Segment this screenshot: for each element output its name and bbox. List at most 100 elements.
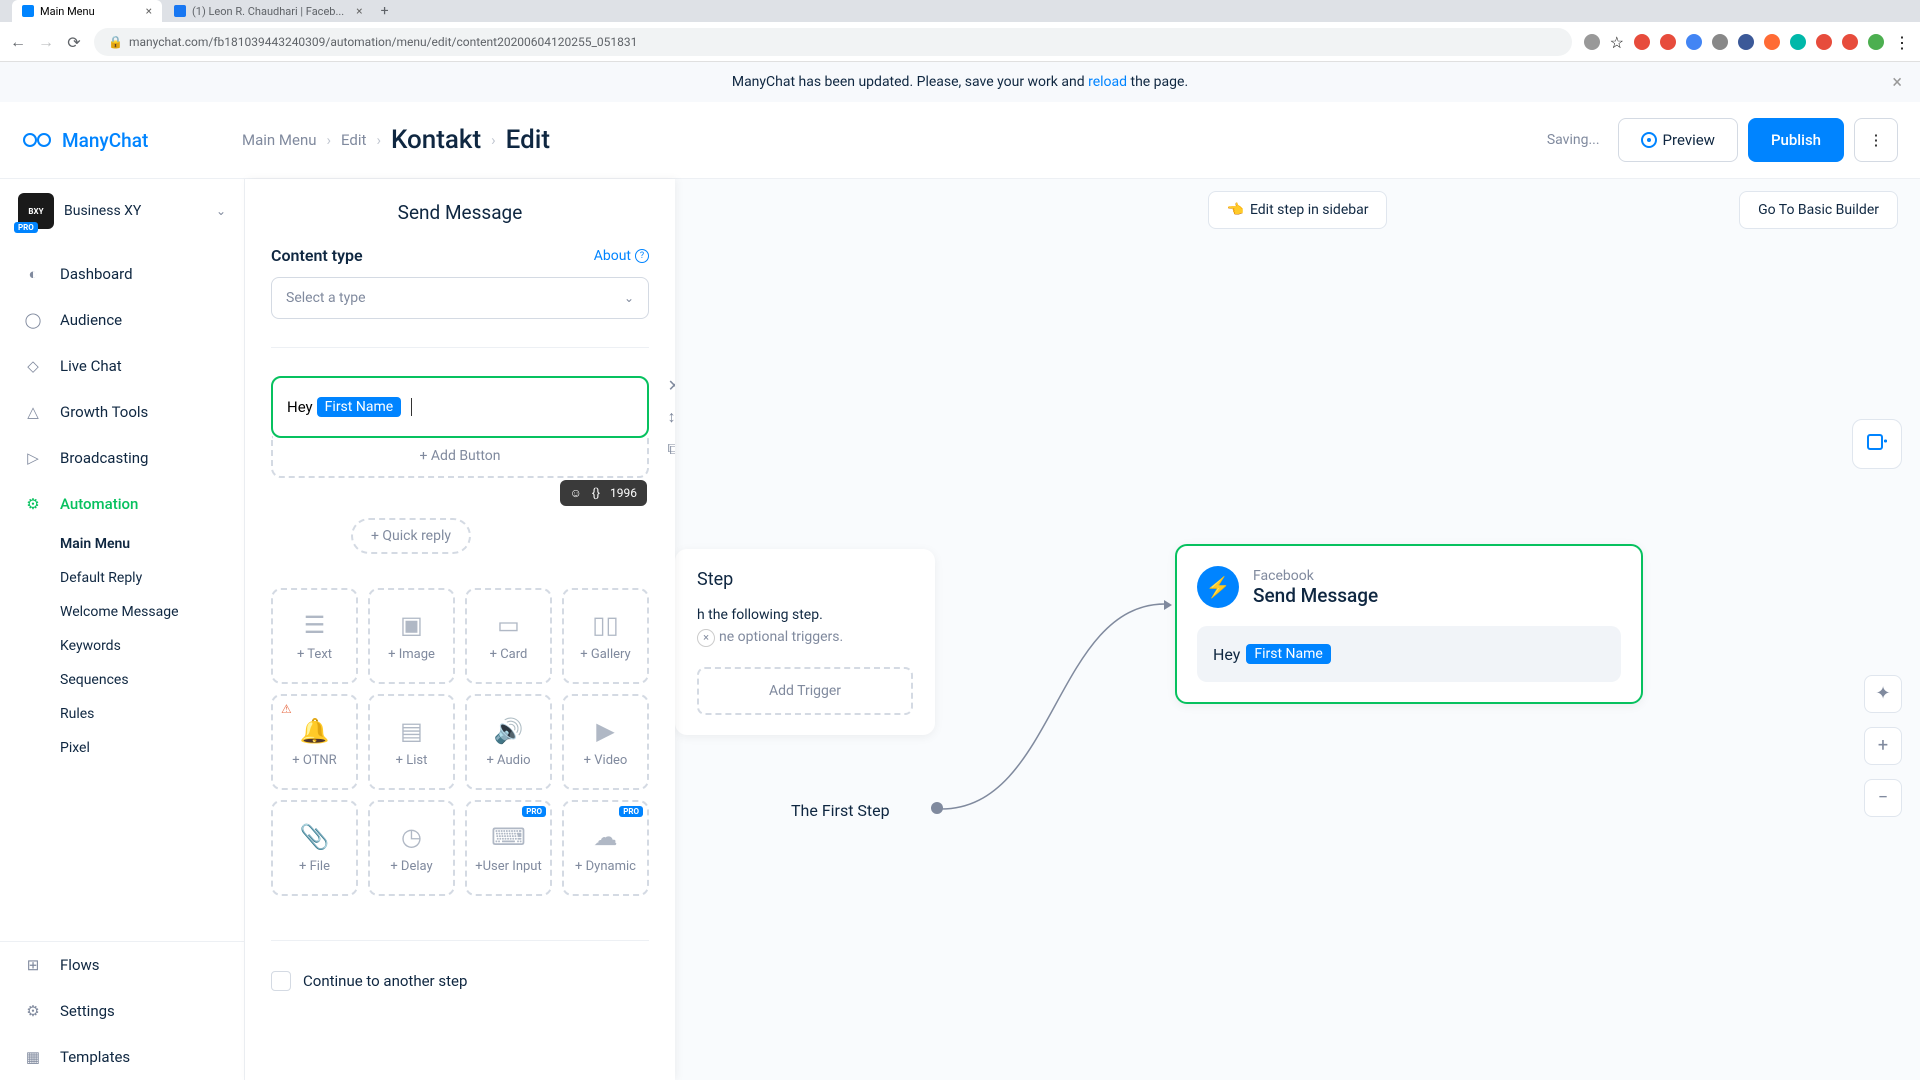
input-icon: ⌨ <box>491 823 526 851</box>
starting-step-card[interactable]: Step h the following step. ×ne optional … <box>675 549 935 735</box>
publish-button[interactable]: Publish <box>1748 118 1844 162</box>
messenger-icon: ⚡ <box>1197 566 1239 608</box>
main-nav: ◐Dashboard ◯Audience ◇Live Chat △Growth … <box>0 243 244 773</box>
subnav-sequences[interactable]: Sequences <box>60 663 244 697</box>
edit-step-sidebar-button[interactable]: 👈 Edit step in sidebar <box>1208 191 1388 229</box>
gear-icon: ⚙ <box>22 493 44 515</box>
subnav-rules[interactable]: Rules <box>60 697 244 731</box>
emoji-icon[interactable]: ☺ <box>570 486 582 500</box>
subnav-default-reply[interactable]: Default Reply <box>60 561 244 595</box>
ext-icon[interactable] <box>1634 34 1650 50</box>
message-preview: Hey First Name <box>1197 626 1621 682</box>
tile-image[interactable]: ▣+ Image <box>368 588 455 684</box>
tile-audio[interactable]: 🔊+ Audio <box>465 694 552 790</box>
avatar-icon[interactable] <box>1868 34 1884 50</box>
brand-logo[interactable]: ManyChat <box>22 125 242 155</box>
magic-button[interactable]: ✦ <box>1864 675 1902 713</box>
back-icon[interactable]: ← <box>10 34 26 50</box>
subnav-welcome-message[interactable]: Welcome Message <box>60 595 244 629</box>
continue-checkbox[interactable] <box>271 971 291 991</box>
nav-audience[interactable]: ◯Audience <box>0 297 244 343</box>
ext-icon[interactable] <box>1790 34 1806 50</box>
forward-icon[interactable]: → <box>38 34 54 50</box>
channel-label: Facebook <box>1253 568 1378 584</box>
chevron-right-icon: › <box>327 131 332 149</box>
reload-icon[interactable]: ⟳ <box>66 34 82 50</box>
ext-icon[interactable] <box>1584 34 1600 50</box>
subnav-main-menu[interactable]: Main Menu <box>60 527 244 561</box>
chat-icon: ◇ <box>22 355 44 377</box>
nav-templates[interactable]: ▦Templates <box>0 1034 244 1080</box>
tile-user-input[interactable]: PRO⌨+User Input <box>465 800 552 896</box>
tile-card[interactable]: ▭+ Card <box>465 588 552 684</box>
tile-video[interactable]: ▶+ Video <box>562 694 649 790</box>
url-field[interactable]: 🔒 manychat.com/fb181039443240309/automat… <box>94 28 1572 56</box>
saving-status: Saving... <box>1547 132 1600 148</box>
about-link[interactable]: About? <box>594 248 649 264</box>
reload-link[interactable]: reload <box>1088 74 1127 90</box>
tile-file[interactable]: 📎+ File <box>271 800 358 896</box>
lock-icon: 🔒 <box>108 35 123 49</box>
nav-growth-tools[interactable]: △Growth Tools <box>0 389 244 435</box>
nav-broadcasting[interactable]: ▷Broadcasting <box>0 435 244 481</box>
bc-item[interactable]: Main Menu <box>242 131 317 149</box>
zoom-out-button[interactable]: − <box>1864 779 1902 817</box>
browser-tab-active[interactable]: Main Menu × <box>12 0 162 22</box>
update-notice: ManyChat has been updated. Please, save … <box>0 62 1920 102</box>
preview-text: Hey <box>1213 645 1240 664</box>
file-icon: 📎 <box>300 823 330 851</box>
tile-list[interactable]: ▤+ List <box>368 694 455 790</box>
tile-text[interactable]: ☰+ Text <box>271 588 358 684</box>
send-message-card[interactable]: ⚡ Facebook Send Message Hey First Name <box>1175 544 1643 704</box>
tile-delay[interactable]: ◷+ Delay <box>368 800 455 896</box>
add-button[interactable]: + Add Button ☺ {} 1996 <box>271 436 649 478</box>
close-icon[interactable]: ✕ <box>668 376 675 395</box>
subnav-keywords[interactable]: Keywords <box>60 629 244 663</box>
move-icon[interactable]: ↕ <box>668 407 675 427</box>
connection-dot[interactable] <box>931 802 943 814</box>
copy-icon[interactable]: ⧉ <box>668 439 675 459</box>
close-icon[interactable]: × <box>356 4 362 18</box>
tile-dynamic[interactable]: PRO☁+ Dynamic <box>562 800 649 896</box>
ext-icon[interactable] <box>1764 34 1780 50</box>
menu-icon[interactable]: ⋮ <box>1894 33 1910 52</box>
subnav-pixel[interactable]: Pixel <box>60 731 244 765</box>
editor-panel: Send Message Content type About? Select … <box>245 179 675 1080</box>
add-quick-reply[interactable]: + Quick reply <box>351 518 471 554</box>
ext-icon[interactable] <box>1660 34 1676 50</box>
tile-gallery[interactable]: ▯▯+ Gallery <box>562 588 649 684</box>
close-icon[interactable]: × <box>1892 72 1902 93</box>
nav-dashboard[interactable]: ◐Dashboard <box>0 251 244 297</box>
nav-automation[interactable]: ⚙Automation <box>0 481 244 527</box>
preview-button[interactable]: Preview <box>1618 118 1738 162</box>
content-type-select[interactable]: Select a type ⌄ <box>271 277 649 319</box>
zoom-in-button[interactable]: + <box>1864 727 1902 765</box>
bc-item-current[interactable]: Kontakt <box>391 125 481 155</box>
variable-icon[interactable]: {} <box>592 486 600 500</box>
nav-settings[interactable]: ⚙Settings <box>0 988 244 1034</box>
workspace-selector[interactable]: BXYPRO Business XY ⌄ <box>0 179 244 243</box>
add-trigger-button[interactable]: Add Trigger <box>697 667 913 715</box>
close-icon[interactable]: × <box>146 4 152 18</box>
ext-icon[interactable] <box>1842 34 1858 50</box>
add-step-button[interactable] <box>1852 419 1902 469</box>
ext-icon[interactable] <box>1712 34 1728 50</box>
flow-canvas[interactable]: 👈 Edit step in sidebar Go To Basic Build… <box>675 179 1920 1080</box>
tile-otnr[interactable]: ⚠🔔+ OTNR <box>271 694 358 790</box>
new-tab-button[interactable]: + <box>375 3 395 19</box>
go-basic-builder-button[interactable]: Go To Basic Builder <box>1739 191 1898 229</box>
variable-chip[interactable]: First Name <box>317 397 401 417</box>
nav-live-chat[interactable]: ◇Live Chat <box>0 343 244 389</box>
ext-icon[interactable] <box>1738 34 1754 50</box>
nav-flows[interactable]: ⊞Flows <box>0 942 244 988</box>
bc-item[interactable]: Edit <box>341 131 366 149</box>
message-input-container: Hey First Name <box>271 376 649 438</box>
message-input[interactable]: Hey First Name <box>273 378 647 436</box>
ext-icon[interactable] <box>1686 34 1702 50</box>
variable-chip: First Name <box>1246 644 1330 664</box>
ext-icon[interactable] <box>1816 34 1832 50</box>
star-icon[interactable]: ☆ <box>1610 33 1624 52</box>
more-menu-button[interactable]: ⋮ <box>1854 118 1898 162</box>
browser-tab-inactive[interactable]: (1) Leon R. Chaudhari | Faceb... × <box>164 0 373 22</box>
browser-chrome: Main Menu × (1) Leon R. Chaudhari | Face… <box>0 0 1920 62</box>
